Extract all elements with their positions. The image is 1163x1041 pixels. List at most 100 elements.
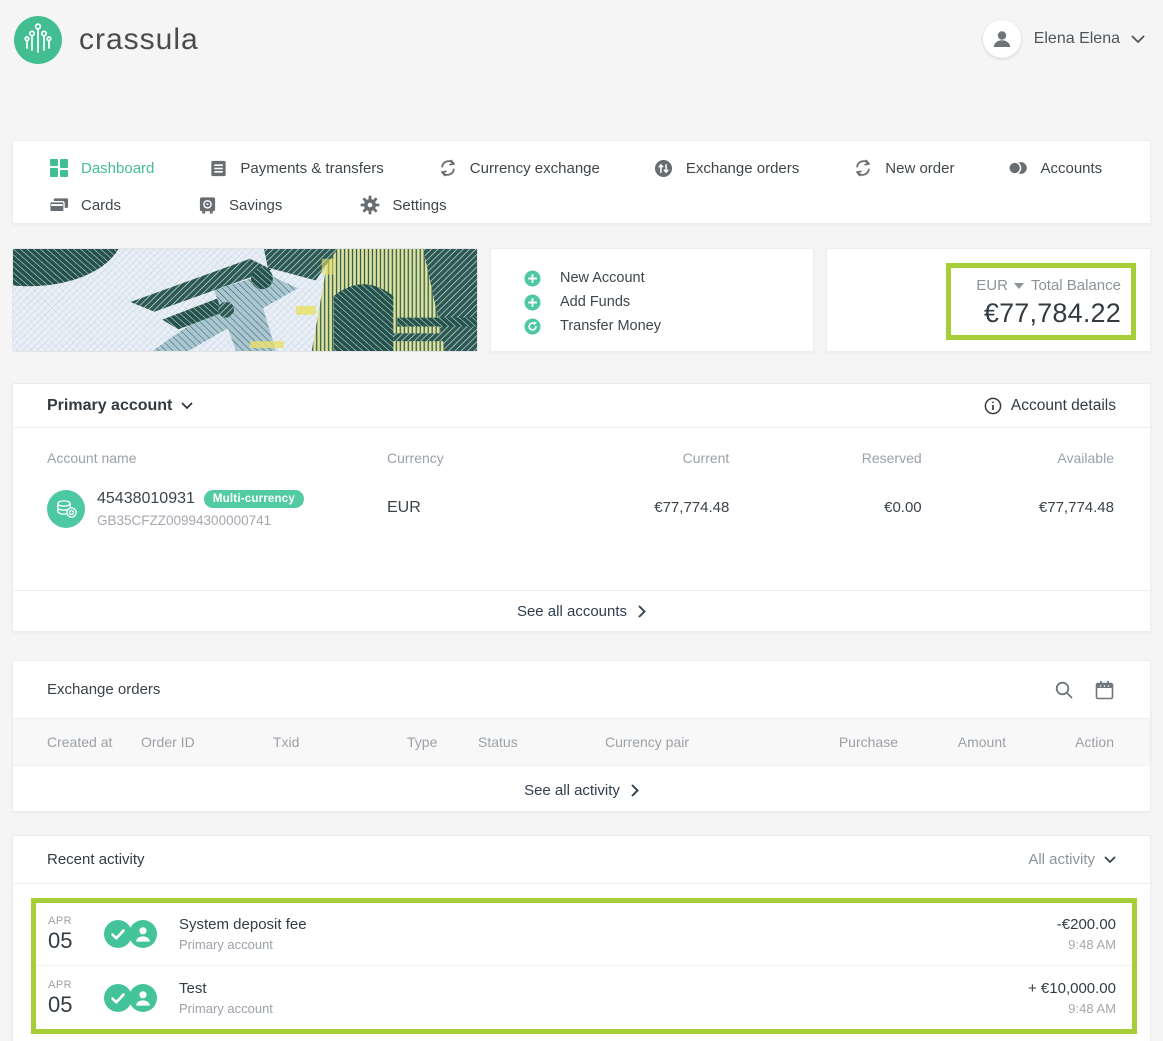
nav-item-cards[interactable]: Cards <box>49 195 121 215</box>
nav-item-payments-transfers[interactable]: Payments & transfers <box>208 158 383 178</box>
logo-text: crassula <box>79 23 199 57</box>
user-menu[interactable]: Elena Elena <box>983 20 1145 58</box>
see-all-activity-link[interactable]: See all activity <box>13 770 1150 811</box>
nav-item-new-order[interactable]: New order <box>853 158 954 178</box>
col-txid: Txid <box>273 734 407 750</box>
nav-label: Currency exchange <box>470 160 600 177</box>
col-created-at: Created at <box>47 734 141 750</box>
annotation-highlight-activity: APR 05 System deposit fee Primary accoun… <box>31 898 1137 1034</box>
activity-amount: + €10,000.00 <box>1028 980 1116 997</box>
col-currency-pair: Currency pair <box>605 734 790 750</box>
check-circle-icon <box>104 984 132 1012</box>
calendar-icon[interactable] <box>1095 680 1114 700</box>
quick-actions-panel: New Account Add Funds Transfer Money <box>490 248 814 352</box>
activity-row[interactable]: APR 05 System deposit fee Primary accoun… <box>36 903 1132 966</box>
col-order-id: Order ID <box>141 734 273 750</box>
caret-down-icon <box>1014 283 1024 289</box>
dashboard-icon <box>49 158 69 178</box>
balance-currency: EUR <box>976 277 1008 294</box>
account-selector-label: Primary account <box>47 397 172 415</box>
person-circle-icon <box>129 984 157 1012</box>
nav-item-accounts[interactable]: Accounts <box>1008 158 1102 178</box>
see-all-accounts-label: See all accounts <box>517 603 627 620</box>
see-all-accounts-link[interactable]: See all accounts <box>13 590 1150 631</box>
nav-item-dashboard[interactable]: Dashboard <box>49 158 154 178</box>
banknote-banner-image <box>12 248 478 352</box>
balance-currency-dropdown[interactable]: EUR <box>976 277 1024 294</box>
activity-amount: -€200.00 <box>1057 916 1116 933</box>
check-circle-icon <box>104 920 132 948</box>
activity-title: System deposit fee <box>179 916 307 933</box>
nav-label: Payments & transfers <box>240 160 383 177</box>
plus-circle-icon <box>524 294 541 311</box>
activity-filter-dropdown[interactable]: All activity <box>1028 851 1116 868</box>
accounts-table-header: Account name Currency Current Reserved A… <box>13 428 1150 466</box>
nav-label: Accounts <box>1040 160 1102 177</box>
balance-label: Total Balance <box>1031 277 1121 294</box>
cards-icon <box>49 195 69 215</box>
settings-gear-icon <box>360 195 380 215</box>
col-current: Current <box>537 450 729 466</box>
activity-subtitle: Primary account <box>179 937 307 952</box>
new-account-action[interactable]: New Account <box>524 266 813 290</box>
activity-time: 9:48 AM <box>1057 937 1116 952</box>
info-icon <box>984 397 1002 415</box>
savings-safe-icon <box>197 195 217 215</box>
nav-label: Settings <box>392 197 446 214</box>
summary-row: New Account Add Funds Transfer Money EUR <box>12 248 1151 352</box>
balance-amount: €77,784.22 <box>951 298 1121 329</box>
col-amount: Amount <box>898 734 1006 750</box>
transfer-money-action[interactable]: Transfer Money <box>524 314 813 338</box>
activity-time: 9:48 AM <box>1028 1001 1116 1016</box>
see-all-activity-label: See all activity <box>524 782 620 799</box>
avatar <box>983 20 1021 58</box>
person-circle-icon <box>129 920 157 948</box>
add-funds-action[interactable]: Add Funds <box>524 290 813 314</box>
action-label: Transfer Money <box>560 318 661 334</box>
account-coins-icon <box>47 490 85 528</box>
nav-label: Savings <box>229 197 282 214</box>
chevron-right-icon <box>638 605 646 618</box>
col-account-name: Account name <box>47 450 387 466</box>
account-table-row[interactable]: 45438010931 Multi-currency GB35CFZZ00994… <box>13 466 1150 528</box>
account-available: €77,774.48 <box>922 490 1114 516</box>
col-action: Action <box>1006 734 1114 750</box>
exchange-orders-title: Exchange orders <box>47 681 160 698</box>
transfer-circle-icon <box>524 318 541 335</box>
activity-subtitle: Primary account <box>179 1001 273 1016</box>
col-status: Status <box>478 734 605 750</box>
chevron-down-icon <box>1131 35 1145 44</box>
crassula-logo-icon <box>12 14 64 66</box>
nav-label: Dashboard <box>81 160 154 177</box>
logo[interactable]: crassula <box>12 14 199 66</box>
action-label: Add Funds <box>560 294 630 310</box>
col-reserved: Reserved <box>729 450 921 466</box>
activity-date: APR 05 <box>48 980 96 1016</box>
primary-account-section: Primary account Account details Account … <box>12 383 1151 632</box>
nav-label: New order <box>885 160 954 177</box>
nav-item-savings[interactable]: Savings <box>197 195 282 215</box>
new-order-icon <box>853 158 873 178</box>
col-available: Available <box>922 450 1114 466</box>
chevron-down-icon <box>181 402 193 410</box>
exchange-orders-icon <box>654 158 674 178</box>
account-details-button[interactable]: Account details <box>984 397 1116 415</box>
orders-table-header: Created at Order ID Txid Type Status Cur… <box>13 718 1150 766</box>
nav-item-settings[interactable]: Settings <box>360 195 446 215</box>
account-currency: EUR <box>387 490 537 517</box>
activity-filter-label: All activity <box>1028 851 1095 868</box>
chevron-right-icon <box>631 784 639 797</box>
activity-row[interactable]: APR 05 Test Primary account + €10,000.00… <box>36 966 1132 1029</box>
account-selector[interactable]: Primary account <box>47 397 193 415</box>
account-number: 45438010931 <box>97 490 195 508</box>
nav-label: Exchange orders <box>686 160 799 177</box>
currency-exchange-icon <box>438 158 458 178</box>
action-label: New Account <box>560 270 645 286</box>
nav-item-currency-exchange[interactable]: Currency exchange <box>438 158 600 178</box>
nav-label: Cards <box>81 197 121 214</box>
accounts-coins-icon <box>1008 158 1028 178</box>
search-icon[interactable] <box>1054 680 1074 700</box>
nav-item-exchange-orders[interactable]: Exchange orders <box>654 158 799 178</box>
plus-circle-icon <box>524 270 541 287</box>
multi-currency-badge: Multi-currency <box>204 490 304 508</box>
